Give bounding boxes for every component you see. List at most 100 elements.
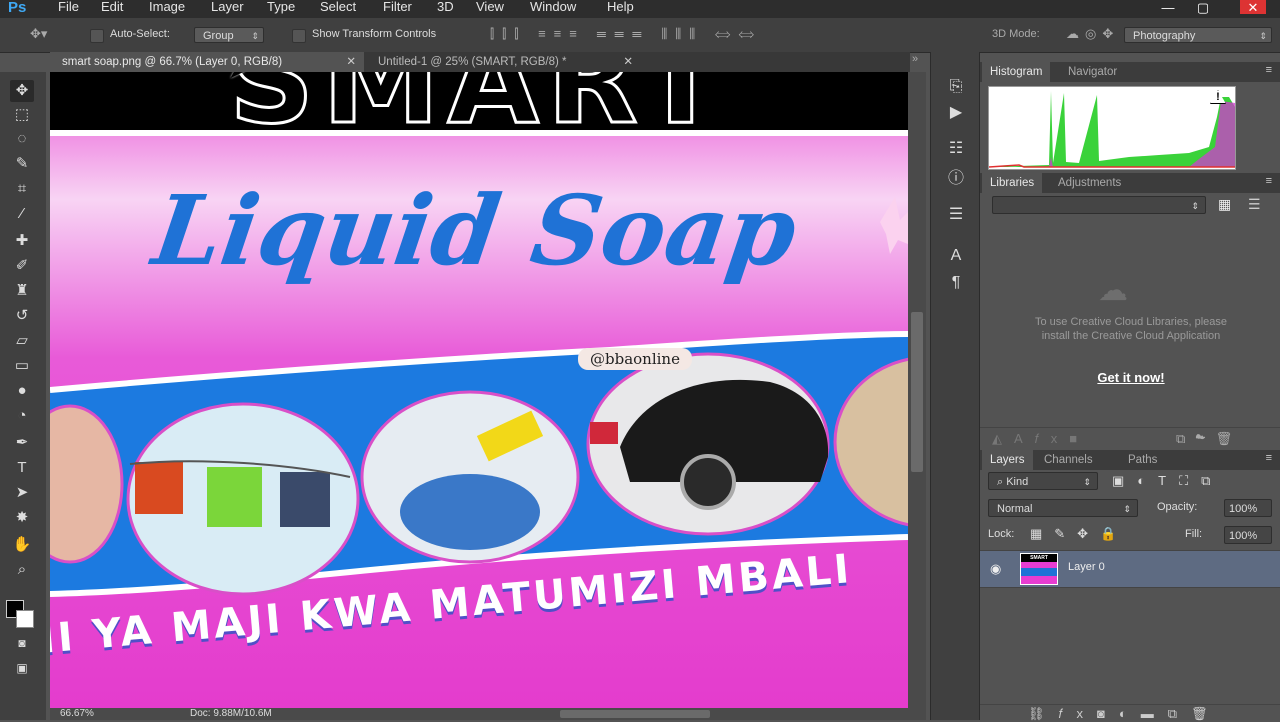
updown-icon: ⇕ xyxy=(1083,477,1091,487)
auto-select-dropdown[interactable]: Group ⇕ xyxy=(194,27,264,43)
histogram-chart xyxy=(988,86,1236,170)
dodge-tool-icon[interactable]: ◔ xyxy=(10,405,34,427)
updown-icon: ⇕ xyxy=(1123,504,1131,514)
zoom-tool-icon[interactable]: ⌕ xyxy=(10,559,34,581)
grid-view-icon[interactable]: ▦ xyxy=(1218,196,1231,213)
tab-untitled-1[interactable]: Untitled-1 @ 25% (SMART, RGB/8) * ✕ xyxy=(366,52,641,72)
brush-tool-icon[interactable]: ✐ xyxy=(10,255,34,277)
healing-brush-icon[interactable]: ✚ xyxy=(10,230,34,252)
tabs-overflow-icon[interactable]: » xyxy=(912,53,918,65)
menu-type[interactable]: Type xyxy=(267,0,295,14)
menu-help[interactable]: Help xyxy=(607,0,634,14)
thumb-text: SMART xyxy=(1021,554,1057,562)
panel-menu-icon[interactable]: ≡ xyxy=(1266,175,1272,187)
brush-panel-icon[interactable]: ☰ xyxy=(945,204,967,226)
menu-filter[interactable]: Filter xyxy=(383,0,412,14)
stamp-tool-icon[interactable]: ♜ xyxy=(10,280,34,302)
vertical-scrollbar[interactable] xyxy=(908,72,926,708)
library-sync-icons[interactable]: ⧉☁🗑 xyxy=(1176,431,1242,447)
shape-tool-icon[interactable]: ✸ xyxy=(10,507,34,529)
scroll-thumb[interactable] xyxy=(911,312,923,472)
menu-edit[interactable]: Edit xyxy=(101,0,123,14)
panel-menu-icon[interactable]: ≡ xyxy=(1266,64,1272,76)
auto-select-value: Group xyxy=(203,30,234,42)
fill-value: 100% xyxy=(1229,530,1258,542)
close-tab-icon[interactable]: ✕ xyxy=(623,52,633,72)
tab-libraries[interactable]: Libraries xyxy=(982,173,1043,193)
eyedropper-tool-icon[interactable]: ⁄ xyxy=(10,203,34,225)
updown-icon: ⇕ xyxy=(251,31,259,41)
horizontal-scroll-thumb[interactable] xyxy=(560,710,710,718)
workspace-dropdown[interactable]: Photography ⇕ xyxy=(1124,27,1272,43)
search-icon: ⌕ xyxy=(997,476,1007,488)
lasso-tool-icon[interactable]: ◌ xyxy=(10,128,34,150)
layer-filter-icons[interactable]: ▣◐T⛶⧉ xyxy=(1112,473,1223,489)
tab-smart-soap[interactable]: smart soap.png @ 66.7% (Layer 0, RGB/8) … xyxy=(50,52,364,72)
opacity-field[interactable]: 100% xyxy=(1224,499,1272,517)
fill-field[interactable]: 100% xyxy=(1224,526,1272,544)
tab-layers[interactable]: Layers xyxy=(982,450,1033,470)
lock-icons[interactable]: ▦✎✥🔒 xyxy=(1030,526,1128,542)
blend-mode-dropdown[interactable]: Normal ⇕ xyxy=(988,499,1138,517)
library-add-icons[interactable]: ◭A𝑓x■ xyxy=(992,431,1089,447)
actions-panel-icon[interactable]: ▶ xyxy=(945,102,967,124)
menu-view[interactable]: View xyxy=(476,0,504,14)
3d-orbit-icons[interactable]: ☁◎✥ xyxy=(1066,26,1119,42)
move-tool-icon[interactable]: ✥ xyxy=(10,80,34,102)
quick-select-tool-icon[interactable]: ✎ xyxy=(10,153,34,175)
history-brush-icon[interactable]: ↺ xyxy=(10,305,34,327)
get-it-now-link[interactable]: Get it now! xyxy=(1020,370,1242,385)
menu-file[interactable]: File xyxy=(58,0,79,14)
eye-icon[interactable]: ◉ xyxy=(990,561,1001,577)
type-tool-icon[interactable]: T xyxy=(10,457,34,479)
close-tab-icon[interactable]: ✕ xyxy=(346,52,356,72)
screen-mode-icon[interactable]: ▣ xyxy=(10,657,34,679)
marquee-tool-icon[interactable]: ⬚ xyxy=(10,104,34,126)
layer-name[interactable]: Layer 0 xyxy=(1068,561,1105,573)
library-dropdown[interactable]: ⇕ xyxy=(992,196,1206,214)
menu-layer[interactable]: Layer xyxy=(211,0,244,14)
gradient-tool-icon[interactable]: ▭ xyxy=(10,355,34,377)
show-transform-checkbox[interactable] xyxy=(292,29,306,43)
doc-size: Doc: 9.88M/10.6M xyxy=(190,708,272,719)
zoom-level[interactable]: 66.67% xyxy=(60,708,94,719)
menu-3d[interactable]: 3D xyxy=(437,0,454,14)
quick-mask-icon[interactable]: ◙ xyxy=(10,632,34,654)
minimize-button[interactable]: — xyxy=(1155,0,1181,15)
pen-tool-icon[interactable]: ✒ xyxy=(10,432,34,454)
auto-select-checkbox[interactable] xyxy=(90,29,104,43)
crop-tool-icon[interactable]: ⌗ xyxy=(10,178,34,200)
close-button[interactable]: ✕ xyxy=(1240,0,1266,15)
panel-menu-icon[interactable]: ≡ xyxy=(1266,452,1272,464)
align-icons[interactable]: ⫿⫿⫿ ≡≡≡ ☰☰☰ ⫼⫼⫼ ⟺⟺ xyxy=(490,26,762,42)
tab-label: smart soap.png @ 66.7% (Layer 0, RGB/8) xyxy=(62,56,283,68)
maximize-button[interactable]: ▢ xyxy=(1190,0,1216,15)
tab-adjustments[interactable]: Adjustments xyxy=(1050,173,1129,193)
updown-icon: ⇕ xyxy=(1191,201,1199,211)
list-view-icon[interactable]: ☰ xyxy=(1248,196,1261,213)
status-bar: 66.67% Doc: 9.88M/10.6M xyxy=(50,708,926,720)
eraser-tool-icon[interactable]: ▱ xyxy=(10,330,34,352)
paragraph-panel-icon[interactable]: ¶ xyxy=(945,272,967,294)
tab-histogram[interactable]: Histogram xyxy=(982,62,1051,82)
lock-label: Lock: xyxy=(988,528,1015,540)
document-canvas[interactable]: SMART Liquid Soap @bbaonline II YA MAJI … xyxy=(50,72,908,708)
menu-select[interactable]: Select xyxy=(320,0,356,14)
opacity-value: 100% xyxy=(1229,503,1258,515)
properties-panel-icon[interactable]: ☷ xyxy=(945,138,967,160)
menu-image[interactable]: Image xyxy=(149,0,185,14)
blur-tool-icon[interactable]: ● xyxy=(10,380,34,402)
layer-row[interactable]: ◉ SMART Layer 0 xyxy=(980,550,1280,588)
path-select-tool-icon[interactable]: ➤ xyxy=(10,482,34,504)
tab-channels[interactable]: Channels xyxy=(1036,450,1101,470)
character-panel-icon[interactable]: A xyxy=(945,245,967,267)
info-panel-icon[interactable]: ⓘ xyxy=(945,168,967,190)
tab-paths[interactable]: Paths xyxy=(1120,450,1165,470)
tab-navigator[interactable]: Navigator xyxy=(1060,62,1125,82)
history-panel-icon[interactable]: ⎘ xyxy=(945,76,967,98)
move-tool-preset-icon[interactable]: ✥▾ xyxy=(30,26,47,42)
menu-window[interactable]: Window xyxy=(530,0,576,14)
background-color-swatch[interactable] xyxy=(16,610,34,628)
layer-filter-dropdown[interactable]: ⌕ Kind ⇕ xyxy=(988,472,1098,490)
hand-tool-icon[interactable]: ✋ xyxy=(10,534,34,556)
